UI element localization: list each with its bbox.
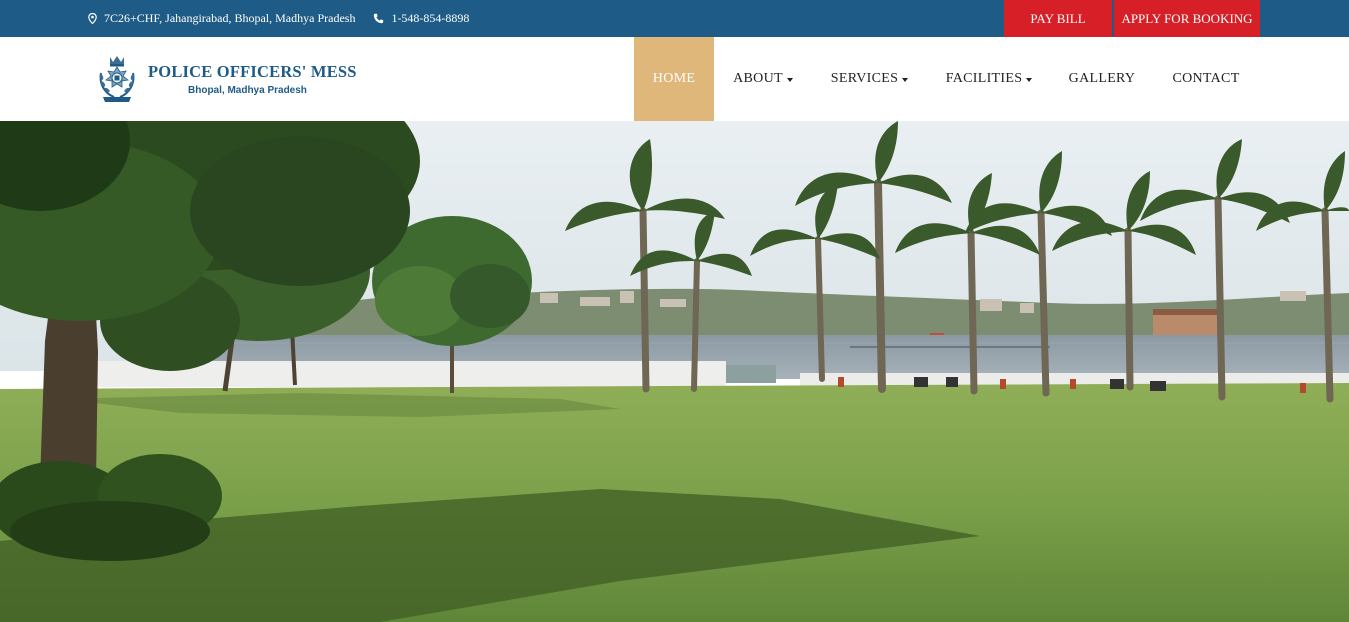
main-nav: HOME ABOUT SERVICES FACILITIES GALLERY C… [634, 37, 1259, 121]
nav-facilities-label: FACILITIES [945, 71, 1023, 86]
nav-home[interactable]: HOME [634, 37, 714, 121]
hero-image [0, 121, 1349, 622]
topbar-actions: PAY BILL APPLY FOR BOOKING [1004, 0, 1260, 37]
nav-about-label: ABOUT [733, 71, 783, 86]
top-bar: 7C26+CHF, Jahangirabad, Bhopal, Madhya P… [0, 0, 1349, 37]
nav-gallery[interactable]: GALLERY [1051, 37, 1153, 121]
caret-down-icon [1026, 77, 1033, 82]
nav-about[interactable]: ABOUT [714, 37, 812, 121]
nav-services[interactable]: SERVICES [812, 37, 927, 121]
nav-services-label: SERVICES [830, 71, 899, 86]
apply-booking-button[interactable]: APPLY FOR BOOKING [1114, 0, 1260, 37]
nav-contact[interactable]: CONTACT [1153, 37, 1259, 121]
nav-gallery-label: GALLERY [1068, 71, 1136, 86]
caret-down-icon [902, 77, 909, 82]
phone-text[interactable]: 1-548-854-8898 [391, 11, 469, 26]
site-header: POLICE OFFICERS' MESS Bhopal, Madhya Pra… [0, 37, 1349, 121]
map-pin-icon [88, 13, 97, 24]
hero-banner [0, 121, 1349, 622]
brand-location: Bhopal, Madhya Pradesh [188, 85, 307, 96]
pay-bill-button[interactable]: PAY BILL [1004, 0, 1112, 37]
phone-icon [374, 13, 384, 24]
brand-name: POLICE OFFICERS' MESS [148, 62, 357, 81]
nav-facilities[interactable]: FACILITIES [927, 37, 1051, 121]
nav-contact-label: CONTACT [1172, 71, 1240, 86]
contact-info: 7C26+CHF, Jahangirabad, Bhopal, Madhya P… [88, 0, 487, 37]
address-text: 7C26+CHF, Jahangirabad, Bhopal, Madhya P… [104, 11, 356, 25]
caret-down-icon [786, 77, 793, 82]
nav-home-label: HOME [652, 71, 696, 86]
brand-text: POLICE OFFICERS' MESS Bhopal, Madhya Pra… [148, 53, 357, 96]
police-emblem-icon [99, 56, 135, 102]
address-item: 7C26+CHF, Jahangirabad, Bhopal, Madhya P… [88, 11, 355, 26]
phone-item[interactable]: 1-548-854-8898 [373, 11, 469, 26]
brand-logo[interactable]: POLICE OFFICERS' MESS Bhopal, Madhya Pra… [96, 53, 357, 105]
